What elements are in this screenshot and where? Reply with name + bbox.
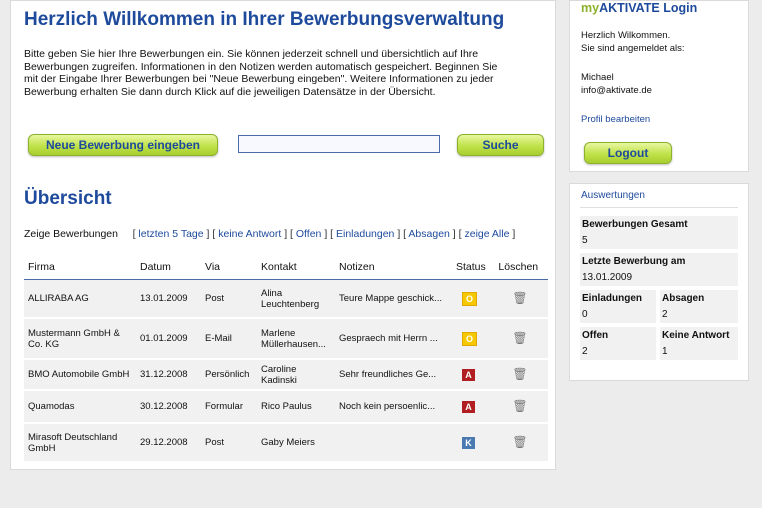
stat-no-answer: Keine Antwort 1 bbox=[660, 327, 738, 360]
cell-kontakt[interactable]: Rico Paulus bbox=[257, 390, 335, 424]
trash-icon[interactable]: 🗑 bbox=[512, 367, 527, 381]
stat-invitations: Einladungen 0 bbox=[580, 290, 656, 323]
cell-delete: 🗑 bbox=[494, 318, 548, 360]
login-panel: myAKTIVATE Login Herzlich Wilkommen. Sie… bbox=[569, 0, 749, 172]
cell-datum[interactable]: 13.01.2009 bbox=[136, 279, 201, 319]
cell-kontakt[interactable]: Gaby Meiers bbox=[257, 423, 335, 463]
cell-firma[interactable]: ALLIRABA AG bbox=[24, 279, 136, 319]
cell-firma[interactable]: BMO Automobile GmbH bbox=[24, 359, 136, 391]
cell-datum[interactable]: 30.12.2008 bbox=[136, 390, 201, 424]
filter-label: Zeige Bewerbungen bbox=[24, 228, 118, 240]
column-header-status[interactable]: Status bbox=[452, 257, 495, 280]
column-header-firma[interactable]: Firma bbox=[24, 257, 136, 280]
cell-notizen[interactable]: Noch kein persoenlic... bbox=[335, 390, 452, 424]
stats-title[interactable]: Auswertungen bbox=[581, 190, 645, 201]
column-header-datum[interactable]: Datum bbox=[136, 257, 201, 280]
cell-datum[interactable]: 29.12.2008 bbox=[136, 423, 201, 463]
trash-icon[interactable]: 🗑 bbox=[512, 291, 527, 305]
user-email: info@aktivate.de bbox=[581, 85, 652, 96]
overview-title: Übersicht bbox=[24, 188, 112, 209]
cell-delete: 🗑 bbox=[494, 423, 548, 463]
stat-last-application: Letzte Bewerbung am 13.01.2009 bbox=[580, 253, 738, 286]
greeting-text: Herzlich Wilkommen. bbox=[581, 30, 671, 41]
divider bbox=[580, 207, 738, 208]
cell-via[interactable]: Post bbox=[201, 279, 257, 319]
table-row[interactable]: Mirasoft Deutschland GmbH 29.12.2008 Pos… bbox=[24, 423, 548, 463]
cell-via[interactable]: E-Mail bbox=[201, 318, 257, 360]
cell-status: O bbox=[452, 318, 495, 360]
status-open-icon: O bbox=[462, 331, 477, 346]
cell-status: A bbox=[452, 390, 495, 424]
filter-invitations[interactable]: Einladungen bbox=[336, 228, 394, 240]
cell-kontakt[interactable]: Alina Leuchtenberg bbox=[257, 279, 335, 319]
status-rejected-icon: A bbox=[462, 400, 475, 413]
filter-no-answer[interactable]: keine Antwort bbox=[218, 228, 281, 240]
cell-datum[interactable]: 31.12.2008 bbox=[136, 359, 201, 391]
cell-firma[interactable]: Mustermann GmbH & Co. KG bbox=[24, 318, 136, 360]
filter-bar: Zeige Bewerbungen [ letzten 5 Tage ] [ k… bbox=[24, 228, 516, 240]
cell-notizen[interactable] bbox=[335, 423, 452, 463]
stat-total: Bewerbungen Gesamt 5 bbox=[580, 216, 738, 249]
cell-notizen[interactable]: Teure Mappe geschick... bbox=[335, 279, 452, 319]
table-row[interactable]: BMO Automobile GmbH 31.12.2008 Persönlic… bbox=[24, 359, 548, 391]
logged-in-as-text: Sie sind angemeldet als: bbox=[581, 43, 685, 54]
cell-via[interactable]: Formular bbox=[201, 390, 257, 424]
cell-delete: 🗑 bbox=[494, 279, 548, 319]
page-title: Herzlich Willkommen in Ihrer Bewerbungsv… bbox=[24, 9, 505, 30]
stats-panel: Auswertungen Bewerbungen Gesamt 5 Letzte … bbox=[569, 183, 749, 381]
trash-icon[interactable]: 🗑 bbox=[512, 331, 527, 345]
stat-rejections: Absagen 2 bbox=[660, 290, 738, 323]
trash-icon[interactable]: 🗑 bbox=[512, 435, 527, 449]
cell-via[interactable]: Post bbox=[201, 423, 257, 463]
cell-delete: 🗑 bbox=[494, 390, 548, 424]
search-input[interactable] bbox=[238, 135, 440, 153]
cell-delete: 🗑 bbox=[494, 359, 548, 391]
column-header-kontakt[interactable]: Kontakt bbox=[257, 257, 335, 280]
status-open-icon: O bbox=[462, 291, 477, 306]
column-header-via[interactable]: Via bbox=[201, 257, 257, 280]
cell-kontakt[interactable]: Caroline Kadinski bbox=[257, 359, 335, 391]
cell-status: A bbox=[452, 359, 495, 391]
stat-open: Offen 2 bbox=[580, 327, 656, 360]
new-application-button[interactable]: Neue Bewerbung eingeben bbox=[28, 134, 218, 156]
column-header-loeschen: Löschen bbox=[494, 257, 548, 280]
cell-notizen[interactable]: Gespraech mit Herrn ... bbox=[335, 318, 452, 360]
filter-open[interactable]: Offen bbox=[296, 228, 322, 240]
table-row[interactable]: Mustermann GmbH & Co. KG 01.01.2009 E-Ma… bbox=[24, 318, 548, 360]
cell-via[interactable]: Persönlich bbox=[201, 359, 257, 391]
filter-rejections[interactable]: Absagen bbox=[408, 228, 449, 240]
table-row[interactable]: ALLIRABA AG 13.01.2009 Post Alina Leucht… bbox=[24, 279, 548, 319]
search-button[interactable]: Suche bbox=[457, 134, 544, 156]
column-header-notizen[interactable]: Notizen bbox=[335, 257, 452, 280]
cell-status: O bbox=[452, 279, 495, 319]
applications-table: Firma Datum Via Kontakt Notizen Status L… bbox=[24, 257, 548, 463]
cell-kontakt[interactable]: Marlene Müllerhausen... bbox=[257, 318, 335, 360]
user-name: Michael bbox=[581, 72, 614, 83]
cell-firma[interactable]: Quamodas bbox=[24, 390, 136, 424]
login-title: myAKTIVATE Login bbox=[581, 1, 698, 15]
filter-last-5-days[interactable]: letzten 5 Tage bbox=[138, 228, 203, 240]
status-contact-icon: K bbox=[462, 436, 475, 449]
edit-profile-link[interactable]: Profil bearbeiten bbox=[581, 114, 650, 125]
main-panel: Herzlich Willkommen in Ihrer Bewerbungsv… bbox=[10, 0, 556, 470]
status-rejected-icon: A bbox=[462, 368, 475, 381]
cell-status: K bbox=[452, 423, 495, 463]
table-row[interactable]: Quamodas 30.12.2008 Formular Rico Paulus… bbox=[24, 390, 548, 424]
trash-icon[interactable]: 🗑 bbox=[512, 399, 527, 413]
cell-datum[interactable]: 01.01.2009 bbox=[136, 318, 201, 360]
filter-show-all[interactable]: zeige Alle bbox=[464, 228, 509, 240]
intro-text: Bitte geben Sie hier Ihre Bewerbungen ei… bbox=[24, 48, 498, 98]
logout-button[interactable]: Logout bbox=[584, 142, 672, 164]
cell-firma[interactable]: Mirasoft Deutschland GmbH bbox=[24, 423, 136, 463]
cell-notizen[interactable]: Sehr freundliches Ge... bbox=[335, 359, 452, 391]
